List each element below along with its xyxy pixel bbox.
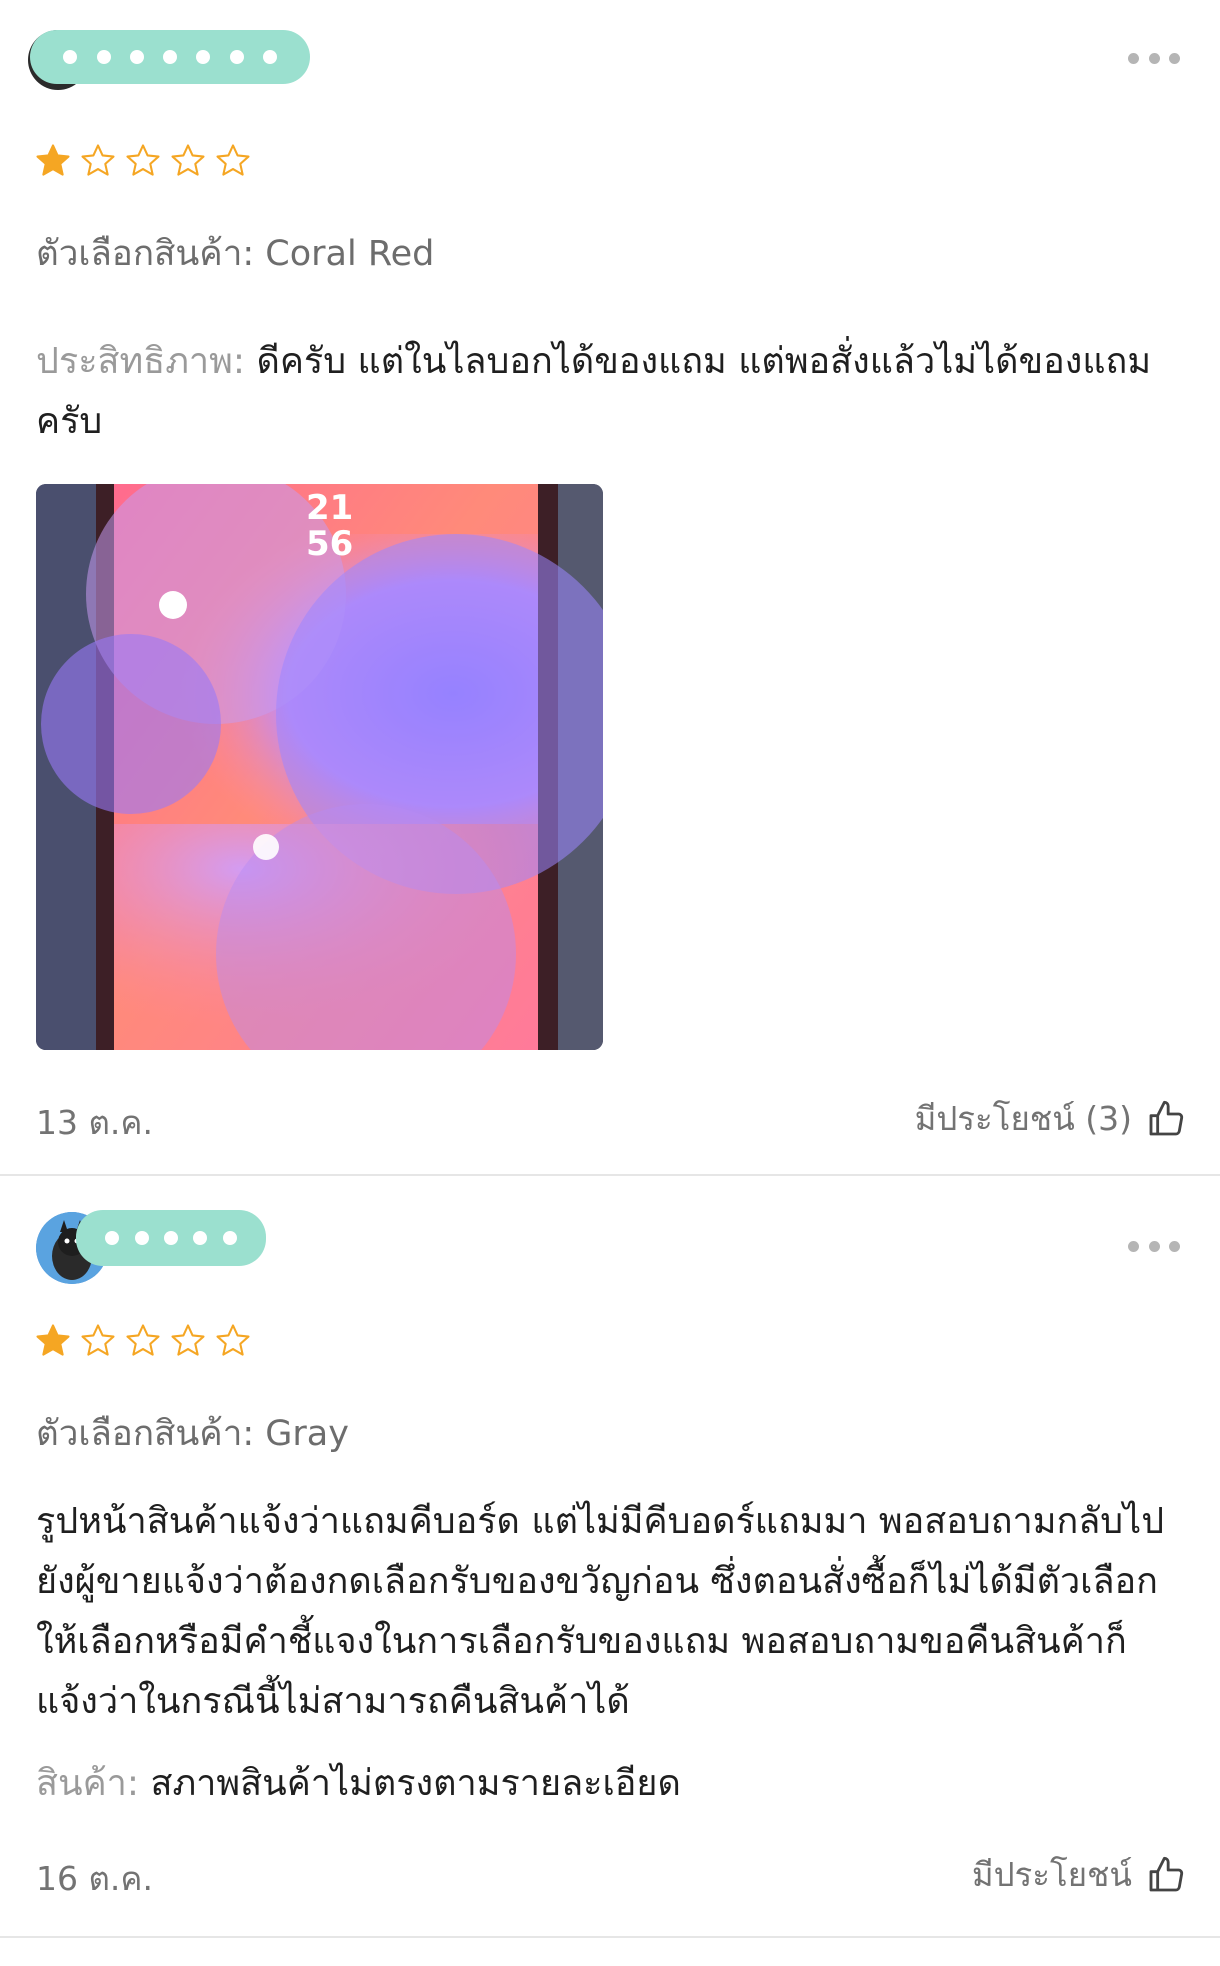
more-options-icon[interactable] — [1128, 1236, 1180, 1256]
review-card: ตัวเลือกสินค้า: Gray รูปหน้าสินค้าแจ้งว่… — [0, 1178, 1220, 1938]
star-filled-icon — [36, 144, 70, 176]
star-empty-icon — [126, 144, 160, 176]
variant-text: ตัวเลือกสินค้า: Coral Red — [36, 226, 434, 281]
thumbs-up-icon — [1149, 1100, 1184, 1135]
helpful-label: มีประโยชน์ (3) — [914, 1099, 1132, 1138]
helpful-label: มีประโยชน์ — [971, 1855, 1132, 1894]
variant-value: Coral Red — [265, 234, 435, 274]
helpful-button[interactable]: มีประโยชน์ (3) — [915, 1092, 1186, 1145]
reviewer-name-masked — [76, 1210, 266, 1266]
star-empty-icon — [81, 1324, 115, 1356]
star-empty-icon — [126, 1324, 160, 1356]
star-rating — [34, 142, 252, 180]
review-date: 16 ต.ค. — [36, 1859, 153, 1898]
product-label: สินค้า: — [36, 1763, 140, 1804]
thumbs-up-icon — [1149, 1856, 1184, 1891]
variant-label: ตัวเลือกสินค้า: — [36, 1414, 255, 1454]
variant-text: ตัวเลือกสินค้า: Gray — [36, 1406, 349, 1461]
photo-clock-hour: 21 — [306, 488, 354, 528]
performance-label: ประสิทธิภาพ: — [36, 341, 246, 382]
product-text: สินค้า: สภาพสินค้าไม่ตรงตามรายละเอียด — [36, 1754, 1186, 1814]
variant-value: Gray — [265, 1414, 349, 1454]
review-photo[interactable]: 21 56 — [36, 484, 603, 1050]
star-empty-icon — [216, 1324, 250, 1356]
star-empty-icon — [81, 144, 115, 176]
variant-label: ตัวเลือกสินค้า: — [36, 234, 255, 274]
product-value: สภาพสินค้าไม่ตรงตามรายละเอียด — [150, 1763, 681, 1804]
review-date: 13 ต.ค. — [36, 1103, 153, 1142]
reviewer-name-masked — [30, 30, 310, 84]
review-photo-image — [36, 484, 603, 1050]
review-card: ตัวเลือกสินค้า: Coral Red ประสิทธิภาพ: ด… — [0, 0, 1220, 1176]
more-options-icon[interactable] — [1128, 48, 1180, 68]
review-comment: รูปหน้าสินค้าแจ้งว่าแถมคีบอร์ด แต่ไม่มีค… — [36, 1501, 1165, 1722]
helpful-button[interactable]: มีประโยชน์ — [972, 1848, 1186, 1901]
star-filled-icon — [36, 1324, 70, 1356]
star-empty-icon — [216, 144, 250, 176]
performance-text: ประสิทธิภาพ: ดีครับ แต่ในไลบอกได้ของแถม … — [36, 332, 1156, 452]
star-rating — [34, 1322, 252, 1360]
photo-clock-minute: 56 — [306, 524, 354, 564]
star-empty-icon — [171, 144, 205, 176]
star-empty-icon — [171, 1324, 205, 1356]
